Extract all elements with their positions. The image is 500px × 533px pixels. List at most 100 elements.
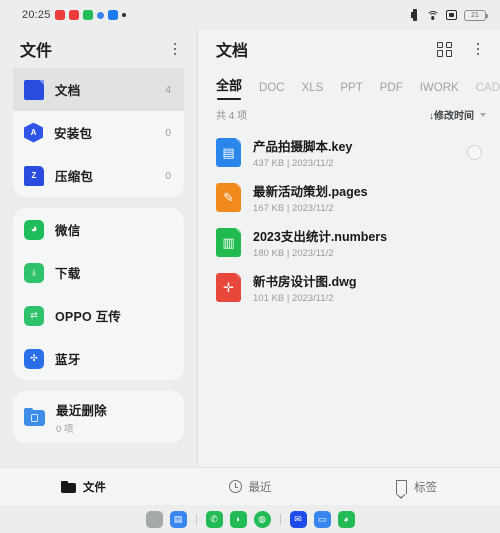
file-row-numbers[interactable]: ▥ 2023支出统计.numbers 180 KB | 2023/11/2: [198, 220, 500, 265]
battery-icon: 21: [464, 9, 488, 21]
tab-cad[interactable]: CAD: [476, 82, 500, 101]
file-row-pages[interactable]: ✎ 最新活动策划.pages 167 KB | 2023/11/2: [198, 175, 500, 220]
left-pane-header: 文件: [0, 30, 197, 68]
file-row-dwg[interactable]: ✛ 新书房设计图.dwg 101 KB | 2023/11/2: [198, 265, 500, 310]
notification-icon-2: [68, 10, 79, 20]
oppo-share-icon: ⇄: [24, 305, 44, 326]
nav-label: 最近: [248, 481, 272, 494]
file-info: 产品拍摄脚本.key 437 KB | 2023/11/2: [253, 136, 455, 169]
list-meta-bar: 共 4 项 ↓修改时间: [198, 101, 500, 128]
filter-tabs: 全部 DOC XLS PPT PDF IWORK CAD: [198, 68, 500, 101]
app-drawer-icon[interactable]: [145, 510, 163, 528]
right-pane: 文档 全部 DOC XLS PPT PDF IWORK CAD 共 4 项 ↓修…: [198, 30, 500, 467]
tab-all[interactable]: 全部: [216, 75, 242, 101]
sidebar-item-oppo-share[interactable]: ⇄ OPPO 互传: [13, 294, 184, 337]
document-icon: [24, 79, 44, 100]
content-area: 文件 文档 4 A 安装包 0 Z 压缩包 0 ◕ 微信 ⤓ 下载 ⇄ OPPO…: [0, 30, 500, 467]
sidebar-item-recently-deleted[interactable]: 最近删除 0 项: [13, 391, 184, 443]
tab-iwork[interactable]: IWORK: [420, 82, 459, 101]
file-meta: 167 KB | 2023/11/2: [253, 203, 334, 214]
left-pane-title: 文件: [20, 43, 53, 60]
bluetooth-icon: ✣: [24, 348, 44, 369]
pages-file-icon: ✎: [216, 183, 242, 212]
vibrate-icon: [411, 9, 419, 21]
phone-screen: 20:25 21 文件 文档 4 A 安装包 0 Z 压缩包 0 ◕ 微信 ⤓ …: [0, 0, 500, 533]
sidebar-item-download[interactable]: ⤓ 下载: [13, 251, 184, 294]
file-info: 2023支出统计.numbers 180 KB | 2023/11/2: [253, 226, 482, 259]
nav-item-files[interactable]: 文件: [0, 479, 167, 495]
tab-doc[interactable]: DOC: [259, 82, 285, 101]
file-name: 产品拍摄脚本.key: [253, 140, 353, 154]
wifi-icon: [426, 10, 439, 21]
messages-icon[interactable]: ◗: [229, 510, 247, 528]
file-list: ▤ 产品拍摄脚本.key 437 KB | 2023/11/2 ✎ 最新活动策划…: [198, 128, 500, 310]
sidebar-item-label: OPPO 互传: [55, 310, 121, 324]
file-row-keynote[interactable]: ▤ 产品拍摄脚本.key 437 KB | 2023/11/2: [198, 130, 500, 175]
sidebar-item-wechat[interactable]: ◕ 微信: [13, 208, 184, 251]
phone-icon[interactable]: ✆: [205, 510, 223, 528]
file-name: 新书房设计图.dwg: [253, 275, 357, 289]
gallery-folder-icon[interactable]: ▭: [313, 510, 331, 528]
notification-overflow-dot: [121, 13, 126, 17]
sidebar-item-label: 最近删除: [56, 403, 107, 418]
tab-ppt[interactable]: PPT: [340, 82, 362, 101]
sidebar-item-label: 文档: [55, 84, 81, 98]
grid-view-icon[interactable]: [437, 41, 452, 57]
more-options-icon[interactable]: [167, 41, 183, 57]
page-title: 文档: [216, 43, 249, 60]
battery-level: 21: [471, 11, 479, 19]
sidebar-item-label: 蓝牙: [55, 353, 81, 367]
dock-separator-1: [195, 513, 197, 525]
sidebar-item-label: 安装包: [54, 127, 93, 141]
nav-label: 标签: [414, 481, 438, 494]
sidebar-item-bluetooth[interactable]: ✣ 蓝牙: [13, 337, 184, 380]
sort-button[interactable]: ↓修改时间: [429, 107, 486, 122]
more-options-icon[interactable]: [470, 41, 486, 57]
nav-item-tags[interactable]: 标签: [333, 479, 500, 499]
recently-deleted-icon: [24, 408, 45, 426]
sidebar-item-documents[interactable]: 文档 4: [13, 68, 185, 111]
zip-icon: Z: [24, 165, 44, 186]
notification-icon-3: [82, 10, 93, 20]
notification-icon-5: [107, 10, 118, 20]
sidebar-group-sources: ◕ 微信 ⤓ 下载 ⇄ OPPO 互传 ✣ 蓝牙: [13, 208, 185, 380]
bottom-navigation: 文件 最近 标签: [0, 467, 500, 505]
item-count-label: 共 4 项: [216, 111, 248, 122]
dwg-file-icon: ✛: [216, 273, 242, 302]
system-dock: ▤ ✆ ◗ ◍ ✉ ▭ ◕: [0, 505, 500, 533]
file-select-checkbox[interactable]: [467, 145, 482, 160]
notification-icon-4: [96, 11, 104, 19]
chevron-down-icon: [480, 112, 486, 117]
apk-icon: A: [24, 122, 43, 143]
sidebar-item-label: 微信: [55, 224, 81, 238]
tab-pdf[interactable]: PDF: [380, 82, 403, 101]
file-meta: 437 KB | 2023/11/2: [253, 158, 334, 169]
download-icon: ⤓: [24, 262, 44, 283]
keynote-file-icon: ▤: [216, 138, 242, 167]
sidebar-group-categories: 文档 4 A 安装包 0 Z 压缩包 0: [13, 68, 185, 197]
sidebar-item-count: 0: [165, 169, 172, 182]
status-bar: 20:25 21: [0, 0, 500, 30]
file-info: 新书房设计图.dwg 101 KB | 2023/11/2: [253, 271, 482, 304]
sidebar-item-label: 压缩包: [55, 170, 94, 184]
nav-item-recent[interactable]: 最近: [167, 479, 334, 495]
wechat-icon: ◕: [24, 219, 44, 240]
sidebar-item-apk[interactable]: A 安装包 0: [13, 111, 184, 154]
email-icon[interactable]: ✉: [289, 510, 307, 528]
wechat-icon[interactable]: ◕: [337, 510, 355, 528]
clock-icon: [228, 480, 242, 493]
browser-icon[interactable]: ◍: [253, 510, 271, 528]
file-meta: 180 KB | 2023/11/2: [253, 248, 334, 259]
tab-xls[interactable]: XLS: [302, 82, 324, 101]
status-bar-right: 21: [411, 0, 488, 30]
sidebar-item-zip[interactable]: Z 压缩包 0: [13, 154, 184, 197]
status-bar-left: 20:25: [0, 9, 126, 21]
file-manager-icon[interactable]: ▤: [169, 510, 187, 528]
sort-label: ↓修改时间: [429, 111, 474, 122]
sidebar-item-label: 下载: [55, 267, 81, 281]
sidebar-item-subtitle: 0 项: [56, 423, 74, 435]
sidebar-item-count: 0: [165, 126, 172, 139]
file-name: 2023支出统计.numbers: [253, 230, 388, 244]
left-pane-scroll[interactable]: 文档 4 A 安装包 0 Z 压缩包 0 ◕ 微信 ⤓ 下载 ⇄ OPPO 互传…: [0, 68, 197, 467]
nav-label: 文件: [82, 481, 106, 494]
